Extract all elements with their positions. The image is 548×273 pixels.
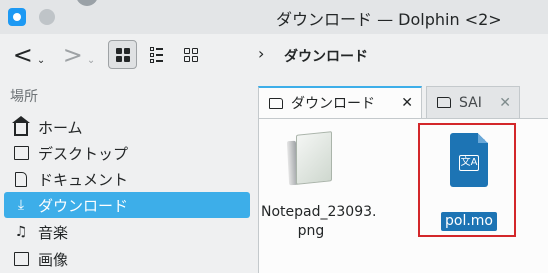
toolbar: < ⌄ > ⌄: [0, 34, 548, 76]
tab-label: SAI: [459, 94, 482, 111]
file-name: pol.mo: [441, 212, 497, 231]
places-panel: 場所 ホーム デスクトップ ドキュメント ⤓ ダウンロード ♫ 音楽 画像: [0, 76, 252, 273]
file-item-notepad-png[interactable]: Notepad_23093. png: [261, 119, 377, 241]
icons-view-icon: [115, 47, 130, 62]
sidebar-item-downloads[interactable]: ⤓ ダウンロード: [4, 192, 250, 218]
sidebar-item-pictures[interactable]: 画像: [4, 246, 250, 272]
title-bar: ダウンロード — Dolphin <2>: [0, 0, 548, 34]
sidebar-item-label: ドキュメント: [38, 170, 129, 189]
close-icon[interactable]: ✕: [401, 95, 413, 111]
breadcrumb-current[interactable]: ダウンロード: [284, 46, 368, 66]
back-arrow-icon: <: [12, 41, 33, 69]
details-view-icon: [183, 48, 198, 62]
sidebar-item-documents[interactable]: ドキュメント: [4, 166, 250, 192]
documents-icon: [12, 170, 30, 188]
back-button[interactable]: < ⌄: [8, 39, 50, 71]
icons-view-button[interactable]: [108, 40, 137, 69]
tab-sai[interactable]: SAI ✕: [426, 86, 520, 118]
places-header: 場所: [10, 89, 38, 105]
translation-file-icon: 文A: [450, 133, 488, 187]
forward-button[interactable]: > ⌄: [58, 39, 100, 71]
chevron-down-icon[interactable]: ⌄: [37, 55, 45, 66]
dolphin-app-icon[interactable]: [8, 8, 26, 26]
titlebar-decoration-icon: [76, 0, 98, 6]
sidebar-item-music[interactable]: ♫ 音楽: [4, 219, 250, 245]
sidebar-item-label: ダウンロード: [38, 196, 129, 215]
pin-icon[interactable]: [39, 9, 55, 25]
compact-view-icon: [150, 47, 163, 63]
tab-downloads[interactable]: ダウンロード ✕: [258, 86, 422, 118]
folder-icon: [269, 97, 283, 109]
window-title: ダウンロード — Dolphin <2>: [276, 10, 502, 29]
tab-label: ダウンロード: [291, 96, 375, 112]
sidebar-item-label: 画像: [38, 250, 69, 269]
forward-arrow-icon: >: [62, 41, 83, 69]
sidebar-item-desktop[interactable]: デスクトップ: [4, 140, 250, 166]
file-view[interactable]: Notepad_23093. png 文A pol.mo: [258, 118, 548, 273]
file-name: Notepad_23093. png: [261, 204, 377, 239]
pictures-icon: [12, 250, 30, 268]
notepad-image-icon: [286, 131, 334, 187]
sidebar-item-label: デスクトップ: [38, 144, 129, 163]
file-item-pol-mo[interactable]: 文A pol.mo: [419, 119, 519, 231]
sidebar-item-label: ホーム: [38, 118, 83, 137]
details-view-button[interactable]: [176, 39, 205, 71]
breadcrumb-separator-icon[interactable]: ›: [258, 44, 264, 63]
sidebar-item-home[interactable]: ホーム: [4, 114, 250, 140]
chevron-down-icon[interactable]: ⌄: [87, 55, 95, 66]
compact-view-button[interactable]: [142, 39, 171, 71]
home-icon: [12, 115, 30, 136]
tab-bar: ダウンロード ✕ SAI ✕: [252, 76, 548, 118]
music-icon: ♫: [14, 224, 28, 240]
close-icon[interactable]: ✕: [499, 95, 511, 111]
folder-icon: [437, 97, 451, 108]
download-icon: ⤓: [17, 197, 25, 213]
desktop-icon: [12, 144, 30, 162]
sidebar-item-label: 音楽: [38, 223, 69, 242]
